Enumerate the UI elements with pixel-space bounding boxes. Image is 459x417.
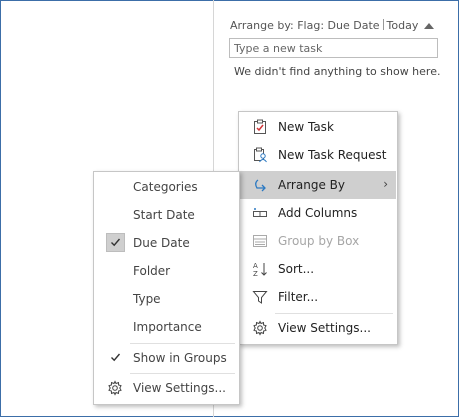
- new-task-input[interactable]: [229, 38, 438, 58]
- submenu-item-folder[interactable]: Folder: [95, 257, 238, 285]
- menu-item-label: New Task: [278, 120, 334, 134]
- context-menu: New Task New Task Request Arrange By › A…: [238, 111, 398, 345]
- checkmark-icon: [106, 348, 125, 367]
- header-separator: [382, 19, 384, 30]
- arrange-by-submenu: Categories Start Date Due Date Folder Ty…: [93, 171, 240, 405]
- submenu-item-show-in-groups[interactable]: Show in Groups: [95, 344, 238, 372]
- submenu-item-label: View Settings...: [133, 381, 226, 395]
- submenu-item-label: Importance: [133, 320, 202, 334]
- menu-item-add-columns[interactable]: Add Columns: [240, 199, 396, 227]
- add-columns-icon: [251, 204, 269, 222]
- menu-item-new-task-request[interactable]: New Task Request: [240, 141, 396, 169]
- submenu-item-label: Show in Groups: [133, 351, 227, 365]
- arrange-by-label: Arrange by: Flag: Due Date: [230, 19, 380, 32]
- menu-item-arrange-by[interactable]: Arrange By ›: [240, 171, 396, 199]
- submenu-item-due-date[interactable]: Due Date: [95, 229, 238, 257]
- chevron-right-icon: ›: [383, 177, 388, 191]
- group-by-box-icon: [251, 232, 269, 250]
- menu-item-group-by-box[interactable]: Group by Box: [240, 227, 396, 255]
- task-icon: [251, 118, 269, 136]
- submenu-item-type[interactable]: Type: [95, 285, 238, 313]
- menu-item-label: Arrange By: [278, 178, 345, 192]
- menu-item-new-task[interactable]: New Task: [240, 113, 396, 141]
- submenu-item-importance[interactable]: Importance: [95, 313, 238, 341]
- submenu-item-label: Type: [133, 292, 161, 306]
- submenu-item-label: Folder: [133, 264, 171, 278]
- arrange-by-header[interactable]: Arrange by: Flag: Due Date Today: [230, 19, 436, 37]
- submenu-item-label: Start Date: [133, 208, 195, 222]
- menu-item-label: New Task Request: [278, 148, 387, 162]
- submenu-item-label: Categories: [133, 180, 198, 194]
- submenu-item-view-settings[interactable]: View Settings...: [95, 374, 238, 402]
- submenu-item-label: Due Date: [133, 236, 190, 250]
- gear-icon: [251, 319, 269, 337]
- submenu-item-categories[interactable]: Categories: [95, 173, 238, 201]
- arrange-by-icon: [251, 176, 269, 194]
- menu-item-sort[interactable]: AZ Sort...: [240, 255, 396, 283]
- svg-text:Z: Z: [253, 270, 258, 277]
- menu-item-label: Sort...: [278, 262, 315, 276]
- checkmark-icon: [106, 233, 125, 252]
- filter-icon: [251, 288, 269, 306]
- menu-item-label: Filter...: [278, 290, 319, 304]
- menu-item-label: View Settings...: [278, 321, 371, 335]
- menu-item-label: Add Columns: [278, 206, 358, 220]
- arrange-order-label: Today: [386, 19, 419, 32]
- sort-icon: AZ: [251, 260, 269, 278]
- svg-text:A: A: [253, 262, 258, 270]
- sort-up-icon[interactable]: [424, 23, 434, 29]
- menu-item-label: Group by Box: [278, 234, 360, 248]
- empty-list-message: We didn't find anything to show here.: [234, 65, 441, 78]
- gear-icon: [106, 379, 124, 397]
- menu-item-view-settings[interactable]: View Settings...: [240, 314, 396, 342]
- task-request-icon: [251, 146, 269, 164]
- submenu-item-start-date[interactable]: Start Date: [95, 201, 238, 229]
- menu-item-filter[interactable]: Filter...: [240, 283, 396, 311]
